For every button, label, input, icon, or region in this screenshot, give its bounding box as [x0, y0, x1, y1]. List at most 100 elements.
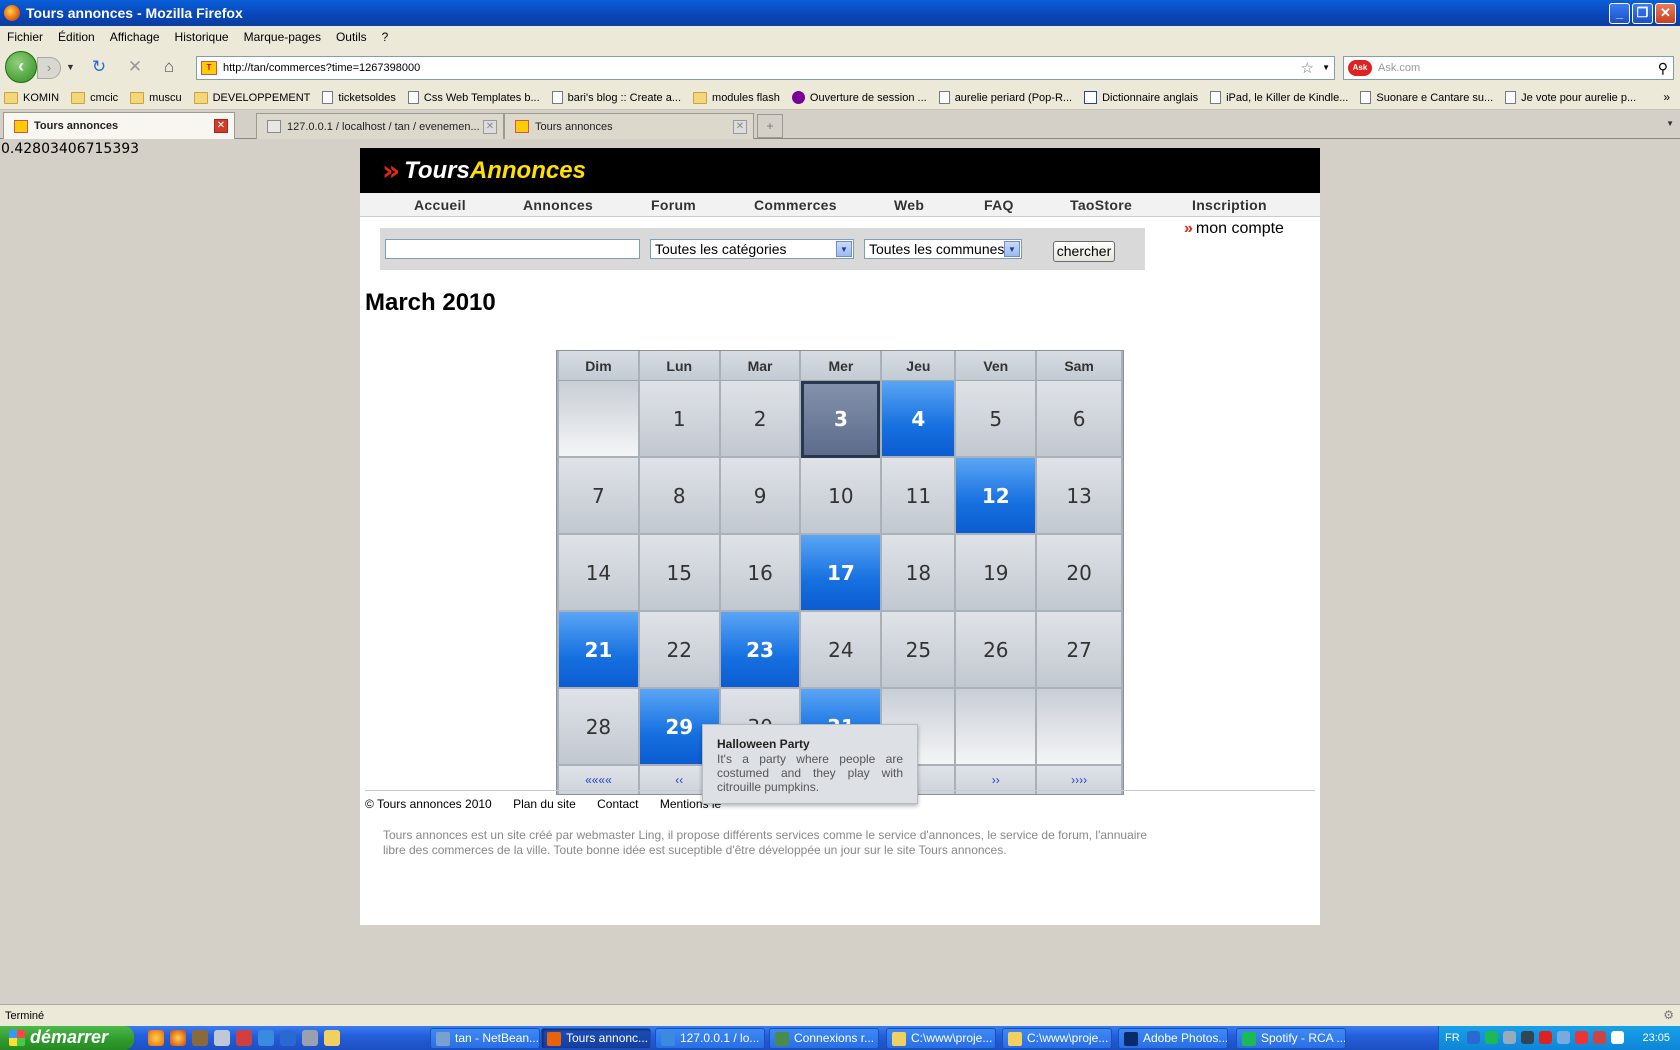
nav-taostore[interactable]: TaoStore — [1070, 197, 1132, 213]
close-window-button[interactable]: ✕ — [1655, 3, 1676, 24]
antivirus-tray-icon[interactable] — [1575, 1031, 1588, 1044]
bookmark-item[interactable]: Css Web Templates b... — [407, 91, 540, 104]
tab-close-icon[interactable]: ✕ — [214, 119, 228, 133]
nav-faq[interactable]: FAQ — [984, 197, 1014, 213]
bookmark-item[interactable]: Je vote pour aurelie p... — [1505, 91, 1636, 104]
maximize-button[interactable]: ❐ — [1632, 3, 1653, 24]
calendar-day-event[interactable]: 17 — [801, 535, 881, 612]
tray-icon[interactable] — [1557, 1031, 1570, 1044]
footer-plan-du-site[interactable]: Plan du site — [513, 797, 576, 811]
address-bar[interactable]: T http://tan/commerces?time=1267398000 ☆… — [196, 56, 1335, 80]
nav-annonces[interactable]: Annonces — [523, 197, 593, 213]
logo-text-annonces[interactable]: Annonces — [470, 157, 586, 185]
network-tray-icon[interactable] — [1503, 1031, 1516, 1044]
media-quicklaunch-icon[interactable] — [302, 1030, 318, 1046]
minimize-button[interactable]: _ — [1609, 3, 1630, 24]
nav-web[interactable]: Web — [894, 197, 924, 213]
search-placeholder[interactable]: Ask.com — [1378, 62, 1420, 74]
ie-alt-quicklaunch-icon[interactable] — [280, 1030, 296, 1046]
folder-quicklaunch-icon[interactable] — [324, 1030, 340, 1046]
nav-commerces[interactable]: Commerces — [754, 197, 837, 213]
menu-affichage[interactable]: Affichage — [110, 30, 160, 44]
spotify-tray-icon[interactable] — [1485, 1031, 1498, 1044]
history-dropdown-icon[interactable]: ▼ — [66, 62, 75, 72]
calendar-day-event[interactable]: 23 — [720, 612, 800, 689]
category-select[interactable]: Toutes les catégories ▼ — [650, 239, 854, 259]
reload-icon[interactable]: ↻ — [90, 58, 108, 76]
chevron-down-icon[interactable]: ▼ — [836, 241, 852, 257]
taskbar-task[interactable]: 127.0.0.1 / lo... — [655, 1028, 765, 1049]
logo-text-tours[interactable]: Tours — [404, 157, 470, 185]
commune-select[interactable]: Toutes les communes ▼ — [864, 239, 1022, 259]
search-submit-button[interactable]: chercher — [1053, 241, 1115, 262]
magnifier-icon[interactable]: ⚲ — [1658, 60, 1668, 77]
calendar-day[interactable]: 28 — [559, 689, 638, 766]
calendar-day-today[interactable]: 3 — [801, 381, 881, 458]
bookmark-item[interactable]: Dictionnaire anglais — [1084, 91, 1198, 104]
bookmarks-overflow-icon[interactable]: » — [1663, 90, 1670, 104]
calendar-day[interactable]: 14 — [559, 535, 638, 612]
bookmark-item[interactable]: DEVELOPPEMENT — [193, 91, 310, 104]
bookmark-item[interactable]: Ouverture de session ... — [791, 91, 927, 104]
tab-list-icon[interactable]: ▼ — [1666, 119, 1674, 128]
app-quicklaunch-icon[interactable] — [236, 1030, 252, 1046]
tab-tours-annonces[interactable]: Tours annonces ✕ — [3, 112, 235, 139]
site-search-input[interactable] — [385, 239, 640, 259]
volume-tray-icon[interactable] — [1611, 1031, 1624, 1044]
calendar-day[interactable]: 8 — [639, 458, 719, 535]
bookmark-item[interactable]: aurelie periard (Pop-R... — [938, 91, 1072, 104]
tab-close-icon[interactable]: ✕ — [483, 120, 497, 134]
tab-phpmyadmin[interactable]: 127.0.0.1 / localhost / tan / evenemen..… — [256, 113, 504, 139]
nav-forum[interactable]: Forum — [651, 197, 696, 213]
calendar-day[interactable]: 6 — [1037, 381, 1121, 458]
bookmark-item[interactable]: modules flash — [693, 91, 780, 104]
tray-icon[interactable] — [1593, 1031, 1606, 1044]
user-quicklaunch-icon[interactable] — [192, 1030, 208, 1046]
resize-grip-icon[interactable]: ⚙ — [1663, 1008, 1674, 1022]
account-link-label[interactable]: mon compte — [1196, 220, 1284, 238]
tray-icon[interactable] — [1521, 1031, 1534, 1044]
forward-button[interactable]: › — [37, 57, 61, 79]
tools-quicklaunch-icon[interactable] — [214, 1030, 230, 1046]
new-tab-button[interactable]: + — [757, 114, 783, 138]
calendar-day[interactable]: 26 — [956, 612, 1036, 689]
calendar-day[interactable]: 7 — [559, 458, 638, 535]
chevron-down-icon[interactable]: ▼ — [1004, 241, 1020, 257]
calendar-day[interactable]: 25 — [882, 612, 955, 689]
url-value[interactable]: http://tan/commerces?time=1267398000 — [223, 62, 420, 74]
ie-quicklaunch-icon[interactable] — [258, 1030, 274, 1046]
menu-aide[interactable]: ? — [382, 30, 389, 44]
taskbar-task[interactable]: C:\www\proje... — [886, 1028, 996, 1049]
taskbar-task[interactable]: C:\www\proje... — [1002, 1028, 1112, 1049]
url-dropdown-icon[interactable]: ▼ — [1322, 63, 1330, 72]
taskbar-task[interactable]: Tours annonc... — [541, 1028, 651, 1049]
clock[interactable]: 23:05 — [1642, 1026, 1670, 1050]
bookmark-item[interactable]: Suonare e Cantare su... — [1360, 91, 1493, 104]
calendar-day[interactable]: 22 — [639, 612, 719, 689]
calendar-day[interactable]: 1 — [639, 381, 719, 458]
calendar-day[interactable]: 16 — [720, 535, 800, 612]
stop-icon[interactable]: ✕ — [126, 58, 144, 76]
bookmark-item[interactable]: ticketsoldes — [322, 91, 396, 104]
calendar-day[interactable]: 5 — [956, 381, 1036, 458]
calendar-day[interactable]: 20 — [1037, 535, 1121, 612]
ati-tray-icon[interactable] — [1539, 1031, 1552, 1044]
search-engine-icon[interactable]: Ask — [1348, 60, 1372, 76]
taskbar-task[interactable]: Spotify - RCA ... — [1236, 1028, 1346, 1049]
bookmark-item[interactable]: KOMIN — [4, 91, 59, 104]
language-indicator[interactable]: FR — [1445, 1026, 1460, 1050]
calendar-day[interactable]: 13 — [1037, 458, 1121, 535]
tray-icon[interactable] — [1467, 1031, 1480, 1044]
taskbar-task[interactable]: Adobe Photos... — [1118, 1028, 1228, 1049]
bookmark-star-icon[interactable]: ☆ — [1301, 59, 1314, 77]
calendar-day[interactable]: 2 — [720, 381, 800, 458]
nav-inscription[interactable]: Inscription — [1192, 197, 1267, 213]
calendar-day[interactable]: 9 — [720, 458, 800, 535]
nav-accueil[interactable]: Accueil — [414, 197, 466, 213]
calendar-day[interactable]: 19 — [956, 535, 1036, 612]
firefox-quicklaunch-icon[interactable] — [148, 1030, 164, 1046]
bookmark-item[interactable]: muscu — [130, 91, 182, 104]
start-button[interactable]: démarrer — [0, 1026, 134, 1050]
calendar-day[interactable]: 24 — [801, 612, 881, 689]
bookmark-item[interactable]: bari's blog :: Create a... — [551, 91, 681, 104]
